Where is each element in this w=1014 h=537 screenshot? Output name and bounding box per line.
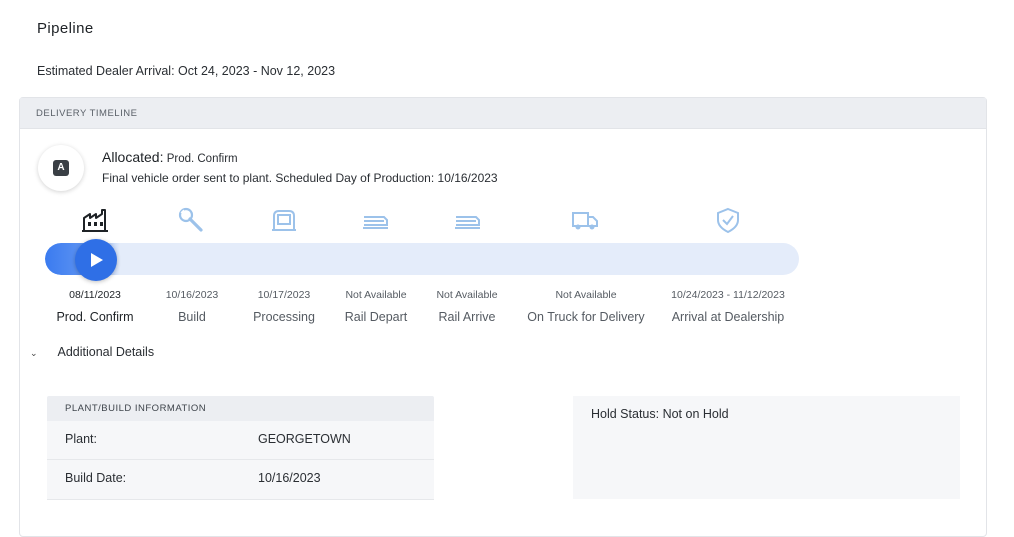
rail-car-icon <box>454 206 482 234</box>
status-badge: A <box>53 160 69 176</box>
progress-knob[interactable] <box>75 239 117 281</box>
stage-name: Rail Arrive <box>438 310 496 324</box>
table-row: Build Date: 10/16/2023 <box>47 460 434 500</box>
progress-track <box>45 243 799 275</box>
status-title: Allocated: <box>102 149 164 165</box>
row-label: Plant: <box>65 432 97 446</box>
stage-rail-arrive[interactable]: Not Available Rail Arrive <box>402 289 532 324</box>
row-label: Build Date: <box>65 471 127 485</box>
stage-date: 10/24/2023 - 11/12/2023 <box>671 289 785 301</box>
plant-build-table: PLANT/BUILD INFORMATION Plant: GEORGETOW… <box>47 396 434 500</box>
additional-details-label: Additional Details <box>57 345 155 359</box>
status-avatar: A <box>38 145 84 191</box>
stage-on-truck[interactable]: Not Available On Truck for Delivery <box>516 289 656 324</box>
hold-status-text: Hold Status: Not on Hold <box>591 407 729 421</box>
wrench-icon <box>177 206 205 234</box>
stage-date: Not Available <box>555 289 617 301</box>
additional-details-toggle[interactable]: ⌄ Additional Details <box>30 345 154 359</box>
stage-name: Arrival at Dealership <box>671 310 785 324</box>
row-value: GEORGETOWN <box>258 432 351 446</box>
row-value: 10/16/2023 <box>258 471 321 485</box>
truck-icon <box>571 206 599 234</box>
hold-status-panel: Hold Status: Not on Hold <box>573 396 960 499</box>
rail-car-icon <box>362 206 390 234</box>
table-row: Plant: GEORGETOWN <box>47 421 434 460</box>
car-seat-icon <box>270 206 298 234</box>
estimated-arrival: Estimated Dealer Arrival: Oct 24, 2023 -… <box>37 64 336 78</box>
play-icon <box>91 253 103 267</box>
page-title: Pipeline <box>37 20 94 37</box>
status-description: Final vehicle order sent to plant. Sched… <box>102 171 498 185</box>
plant-build-header: PLANT/BUILD INFORMATION <box>47 396 434 421</box>
shield-check-icon <box>714 206 742 234</box>
status-subtitle: Prod. Confirm <box>166 153 238 165</box>
stage-date: Not Available <box>436 289 498 301</box>
stage-name: On Truck for Delivery <box>527 310 645 324</box>
stage-arrival-dealership[interactable]: 10/24/2023 - 11/12/2023 Arrival at Deale… <box>653 289 803 324</box>
delivery-timeline-card: DELIVERY TIMELINE A Allocated: Prod. Con… <box>19 97 987 537</box>
factory-icon <box>81 206 109 234</box>
chevron-down-icon: ⌄ <box>30 348 38 358</box>
card-header: DELIVERY TIMELINE <box>20 98 986 129</box>
status-line: Allocated: Prod. Confirm <box>102 149 238 165</box>
